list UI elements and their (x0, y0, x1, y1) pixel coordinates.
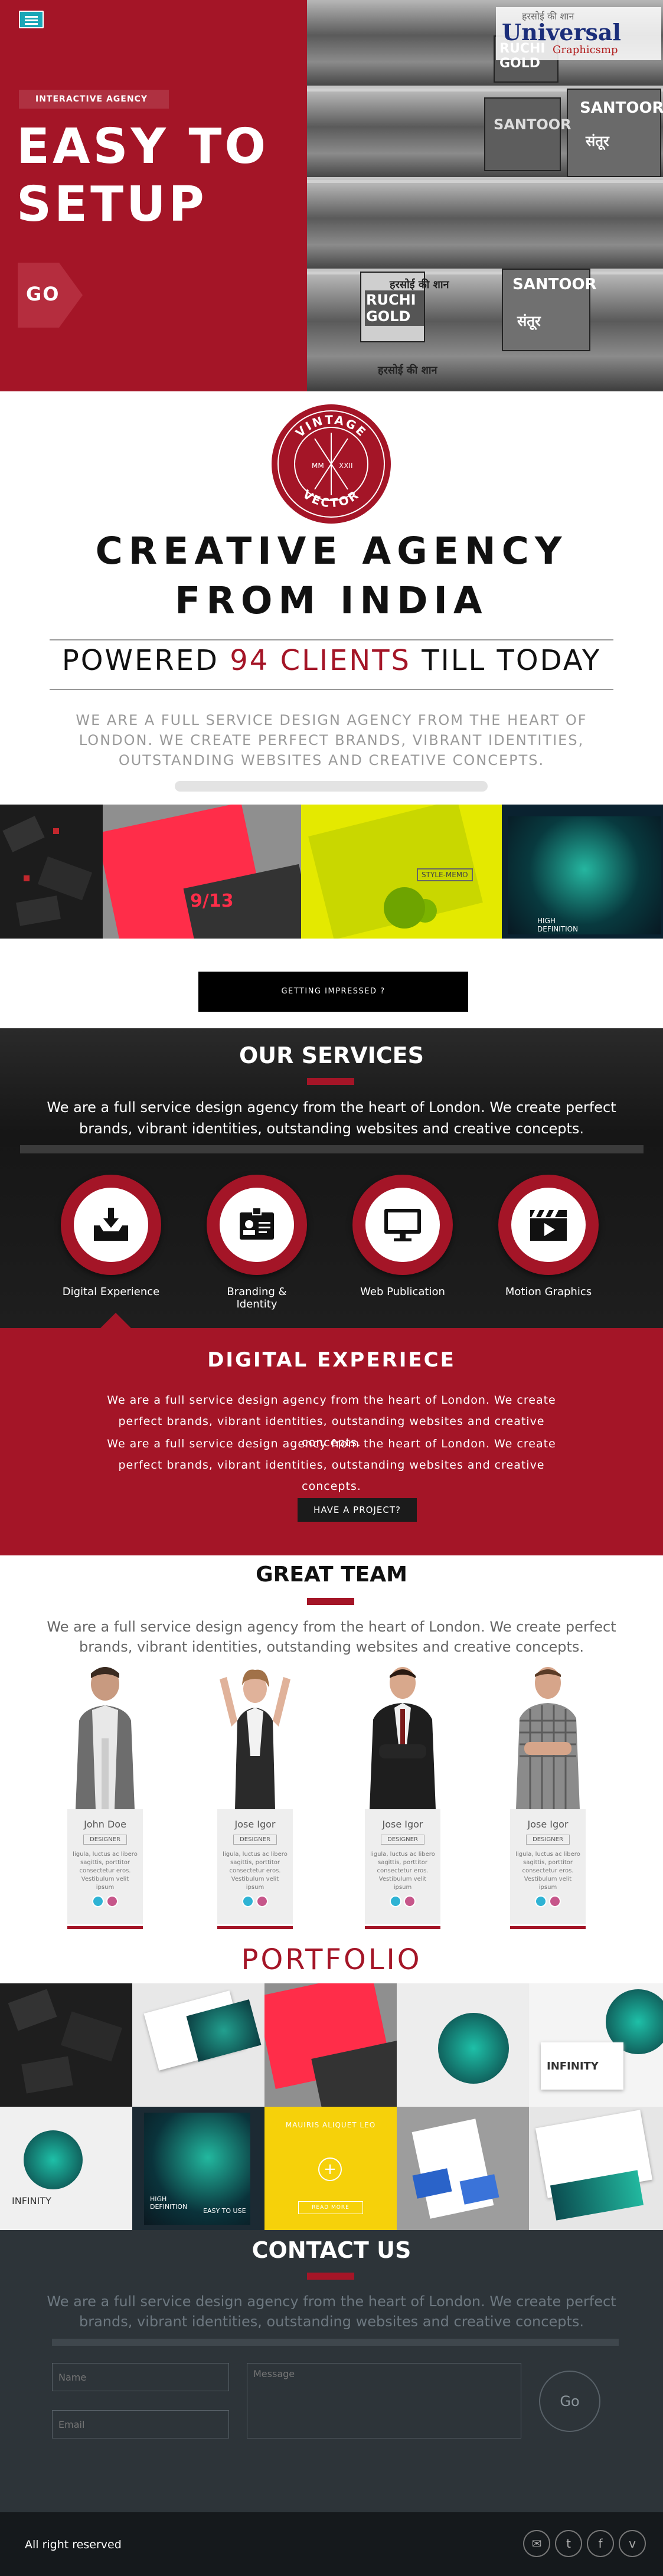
vimeo-icon[interactable]: v (619, 2530, 646, 2557)
dribbble-icon[interactable] (404, 1895, 416, 1907)
menu-button[interactable] (19, 11, 44, 28)
id-card-icon (240, 1207, 274, 1240)
getting-impressed-button[interactable]: GETTING IMPRESSED ? (198, 972, 468, 1012)
portfolio-item[interactable]: HIGH DEFINITION EASY TO USE (132, 2107, 264, 2230)
email-icon[interactable]: ✉ (523, 2530, 550, 2557)
creative-section: VINTAGE VECTOR MM XXII CREATIVE AGENCY F… (0, 391, 663, 805)
gallery-tile-dark-stationery[interactable] (0, 805, 103, 939)
team-paragraph: We are a full service design agency from… (47, 1619, 616, 1655)
portfolio-item[interactable] (264, 1983, 397, 2107)
name-field[interactable] (52, 2363, 229, 2391)
service-web-publication[interactable]: Web Publication (352, 1175, 453, 1298)
hero-tag: INTERACTIVE AGENCY (35, 94, 148, 104)
footer: All right reserved ✉ t f v (0, 2512, 663, 2576)
portfolio-grid: INFINITY INFINITY HIGH DEFINITION EASY T… (0, 1983, 663, 2230)
portfolio-item[interactable]: INFINITY (529, 1983, 663, 2107)
creative-heading-line1: CREATIVE AGENCY (95, 529, 568, 573)
divider (50, 639, 613, 640)
contact-go-button[interactable]: Go (539, 2371, 600, 2432)
decorative-bar (175, 781, 488, 792)
portfolio-item[interactable] (529, 2107, 663, 2230)
dribbble-icon[interactable] (549, 1895, 561, 1907)
portfolio-heading: PORTFOLIO (241, 1943, 422, 1976)
creative-heading-line2: FROM INDIA (175, 579, 488, 622)
digital-paragraph-2: We are a full service design agency from… (107, 1437, 556, 1493)
brand-logo[interactable]: हरसोई की शान Universal Graphicsmp (496, 7, 661, 60)
heading-underline (307, 2273, 354, 2280)
team-photo (76, 1667, 135, 1809)
read-more-button[interactable]: READ MORE (298, 2201, 363, 2214)
team-heading: GREAT TEAM (256, 1562, 407, 1587)
showcase-gallery: 9/13 STYLE-MEMO HIGH DEFINITION (0, 805, 663, 939)
hamburger-icon (25, 16, 38, 18)
divider (50, 689, 613, 690)
service-digital-experience[interactable]: Digital Experience (61, 1175, 161, 1298)
digital-heading: DIGITAL EXPERIECE (207, 1348, 456, 1372)
monitor-icon (384, 1209, 421, 1241)
dribbble-icon[interactable] (106, 1895, 118, 1907)
message-field[interactable] (247, 2363, 521, 2438)
twitter-icon[interactable] (390, 1895, 401, 1907)
portfolio-item[interactable] (397, 1983, 529, 2107)
team-section: GREAT TEAM We are a full service design … (0, 1555, 663, 1936)
svg-text:XXII: XXII (339, 462, 353, 470)
twitter-icon[interactable]: t (555, 2530, 582, 2557)
services-section: OUR SERVICES We are a full service desig… (0, 1028, 663, 1328)
heading-underline (307, 1598, 354, 1605)
powered-line: POWERED 94 CLIENTS TILL TODAY (61, 644, 602, 677)
heading-underline (307, 1078, 354, 1085)
hero-go-button[interactable]: GO (18, 263, 83, 328)
portfolio-item[interactable] (132, 1983, 264, 2107)
have-a-project-button[interactable]: HAVE A PROJECT? (298, 1498, 417, 1522)
portfolio-item-hovered[interactable]: MAUIRIS ALIQUET LEO + READ MORE (264, 2107, 397, 2230)
contact-section: CONTACT US We are a full service design … (0, 2230, 663, 2512)
contact-heading: CONTACT US (252, 2237, 411, 2263)
gallery-tile-hd-cards[interactable]: HIGH DEFINITION (502, 805, 663, 939)
digital-experience-section: DIGITAL EXPERIECE We are a full service … (0, 1328, 663, 1555)
service-branding-identity[interactable]: Branding & Identity (207, 1175, 307, 1310)
copyright-text: All right reserved (25, 2538, 122, 2551)
twitter-icon[interactable] (92, 1895, 104, 1907)
services-paragraph: We are a full service design agency from… (47, 1099, 616, 1137)
twitter-icon[interactable] (535, 1895, 547, 1907)
portfolio-item[interactable] (397, 2107, 529, 2230)
service-motion-graphics[interactable]: Motion Graphics (498, 1175, 599, 1298)
hero-section: INTERACTIVE AGENCY EASY TO SETUP GO RUCH… (0, 0, 663, 391)
twitter-icon[interactable] (242, 1895, 254, 1907)
portfolio-item[interactable] (0, 1983, 132, 2107)
hero-title: EASY TO SETUP (17, 119, 269, 233)
active-service-pointer (100, 1313, 131, 1328)
creative-paragraph: WE ARE A FULL SERVICE DESIGN AGENCY FROM… (76, 712, 587, 769)
contact-paragraph: We are a full service design agency from… (47, 2293, 616, 2330)
gallery-tile-red-print[interactable]: 9/13 (103, 805, 301, 939)
svg-text:MM: MM (312, 462, 324, 470)
facebook-icon[interactable]: f (587, 2530, 614, 2557)
clapperboard-icon (530, 1210, 567, 1241)
team-photo (516, 1667, 580, 1809)
dribbble-icon[interactable] (256, 1895, 268, 1907)
services-heading: OUR SERVICES (239, 1042, 424, 1068)
team-photo (370, 1667, 436, 1809)
gallery-tile-yellow-memo[interactable]: STYLE-MEMO (301, 805, 502, 939)
plus-icon[interactable]: + (318, 2157, 342, 2181)
email-field[interactable] (52, 2410, 229, 2438)
team-photo (220, 1669, 290, 1809)
inbox-download-icon (94, 1208, 128, 1241)
vintage-vector-badge-icon: VINTAGE VECTOR MM XXII (272, 404, 391, 524)
brand-santoor-label: SANTOOR (580, 99, 663, 117)
portfolio-item[interactable]: INFINITY (0, 2107, 132, 2230)
